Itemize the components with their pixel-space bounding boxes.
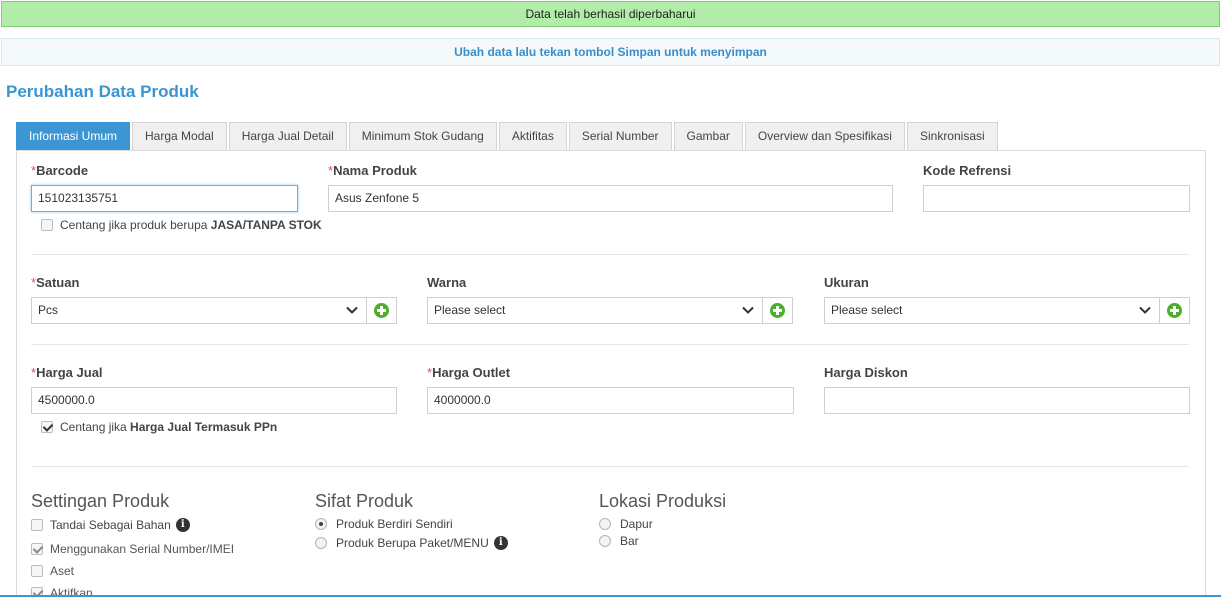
berdiri-sendiri-label: Produk Berdiri Sendiri bbox=[336, 517, 453, 531]
paket-menu-radio[interactable] bbox=[315, 537, 327, 549]
paket-menu-row[interactable]: Produk Berupa Paket/MENU i bbox=[315, 536, 508, 550]
berdiri-sendiri-row[interactable]: Produk Berdiri Sendiri bbox=[315, 517, 453, 531]
info-icon[interactable]: i bbox=[175, 518, 190, 532]
kode-refrensi-input[interactable] bbox=[923, 185, 1190, 212]
paket-menu-label: Produk Berupa Paket/MENU bbox=[336, 536, 489, 550]
aset-row[interactable]: Aset bbox=[31, 564, 74, 578]
tab-bar: Informasi Umum Harga Modal Harga Jual De… bbox=[16, 122, 1000, 151]
nama-produk-label: *Nama Produk bbox=[328, 163, 417, 178]
chevron-down-icon bbox=[346, 306, 358, 314]
harga-diskon-input[interactable] bbox=[824, 387, 1190, 414]
divider bbox=[31, 254, 1189, 255]
tab-minimum-stok-gudang[interactable]: Minimum Stok Gudang bbox=[348, 122, 497, 151]
ppn-checkbox-label: Centang jika Harga Jual Termasuk PPn bbox=[60, 420, 278, 434]
bar-radio[interactable] bbox=[599, 535, 611, 547]
warna-label: Warna bbox=[427, 275, 467, 290]
dapur-radio[interactable] bbox=[599, 518, 611, 530]
warna-value: Please select bbox=[434, 303, 506, 317]
harga-jual-input[interactable]: 4500000.0 bbox=[31, 387, 397, 414]
tab-harga-jual-detail[interactable]: Harga Jual Detail bbox=[228, 122, 347, 151]
dapur-label: Dapur bbox=[620, 517, 653, 531]
sifat-produk-heading: Sifat Produk bbox=[315, 491, 414, 511]
dapur-row[interactable]: Dapur bbox=[599, 517, 653, 531]
tab-harga-modal[interactable]: Harga Modal bbox=[132, 122, 227, 151]
serial-number-checkbox[interactable] bbox=[31, 543, 43, 555]
barcode-input[interactable]: 151023135751 bbox=[31, 185, 298, 212]
divider bbox=[31, 466, 1189, 467]
divider bbox=[31, 344, 1189, 345]
lokasi-produksi-heading: Lokasi Produksi bbox=[599, 491, 727, 511]
page-title: Perubahan Data Produk bbox=[6, 82, 199, 101]
info-alert: Ubah data lalu tekan tombol Simpan untuk… bbox=[1, 38, 1220, 66]
barcode-label: *Barcode bbox=[31, 163, 89, 178]
harga-outlet-label: *Harga Outlet bbox=[427, 365, 511, 380]
ppn-checkbox-row[interactable]: Centang jika Harga Jual Termasuk PPn bbox=[41, 420, 277, 434]
tandai-bahan-row[interactable]: Tandai Sebagai Bahan i bbox=[31, 518, 190, 532]
aset-label: Aset bbox=[50, 564, 75, 578]
jasa-checkbox[interactable] bbox=[41, 219, 53, 231]
ukuran-label: Ukuran bbox=[824, 275, 869, 290]
chevron-down-icon bbox=[1139, 306, 1151, 314]
ukuran-select[interactable]: Please select bbox=[824, 297, 1190, 324]
plus-circle-icon bbox=[374, 303, 389, 318]
tab-sinkronisasi[interactable]: Sinkronisasi bbox=[906, 122, 998, 151]
nama-produk-input[interactable]: Asus Zenfone 5 bbox=[328, 185, 893, 212]
berdiri-sendiri-radio[interactable] bbox=[315, 518, 327, 530]
tab-aktifitas[interactable]: Aktifitas bbox=[498, 122, 567, 151]
jasa-checkbox-label: Centang jika produk berupa JASA/TANPA ST… bbox=[60, 218, 322, 232]
chevron-down-icon bbox=[742, 306, 754, 314]
success-alert: Data telah berhasil diperbaharui bbox=[1, 1, 1220, 27]
tab-overview-spesifikasi[interactable]: Overview dan Spesifikasi bbox=[744, 122, 905, 151]
ppn-checkbox[interactable] bbox=[41, 421, 53, 433]
tandai-bahan-checkbox[interactable] bbox=[31, 519, 43, 531]
satuan-value: Pcs bbox=[38, 303, 59, 317]
serial-number-row[interactable]: Menggunakan Serial Number/IMEI bbox=[31, 542, 234, 556]
satuan-select[interactable]: Pcs bbox=[31, 297, 397, 324]
jasa-checkbox-row[interactable]: Centang jika produk berupa JASA/TANPA ST… bbox=[41, 218, 322, 232]
tab-gambar[interactable]: Gambar bbox=[673, 122, 743, 151]
harga-outlet-input[interactable]: 4000000.0 bbox=[427, 387, 794, 414]
bar-row[interactable]: Bar bbox=[599, 534, 639, 548]
info-icon[interactable]: i bbox=[493, 536, 508, 550]
harga-diskon-label: Harga Diskon bbox=[824, 365, 908, 380]
kode-refrensi-label: Kode Refrensi bbox=[923, 163, 1012, 178]
harga-jual-label: *Harga Jual bbox=[31, 365, 103, 380]
serial-number-label: Menggunakan Serial Number/IMEI bbox=[50, 542, 235, 556]
aset-checkbox[interactable] bbox=[31, 565, 43, 577]
add-warna-button[interactable] bbox=[762, 298, 792, 323]
ukuran-value: Please select bbox=[831, 303, 903, 317]
add-satuan-button[interactable] bbox=[366, 298, 396, 323]
tab-informasi-umum[interactable]: Informasi Umum bbox=[16, 122, 131, 151]
satuan-label: *Satuan bbox=[31, 275, 80, 290]
plus-circle-icon bbox=[1167, 303, 1182, 318]
plus-circle-icon bbox=[770, 303, 785, 318]
settingan-produk-heading: Settingan Produk bbox=[31, 491, 170, 511]
warna-select[interactable]: Please select bbox=[427, 297, 793, 324]
tandai-bahan-label: Tandai Sebagai Bahan bbox=[50, 518, 171, 532]
add-ukuran-button[interactable] bbox=[1159, 298, 1189, 323]
tab-serial-number[interactable]: Serial Number bbox=[568, 122, 672, 151]
bar-label: Bar bbox=[620, 534, 639, 548]
